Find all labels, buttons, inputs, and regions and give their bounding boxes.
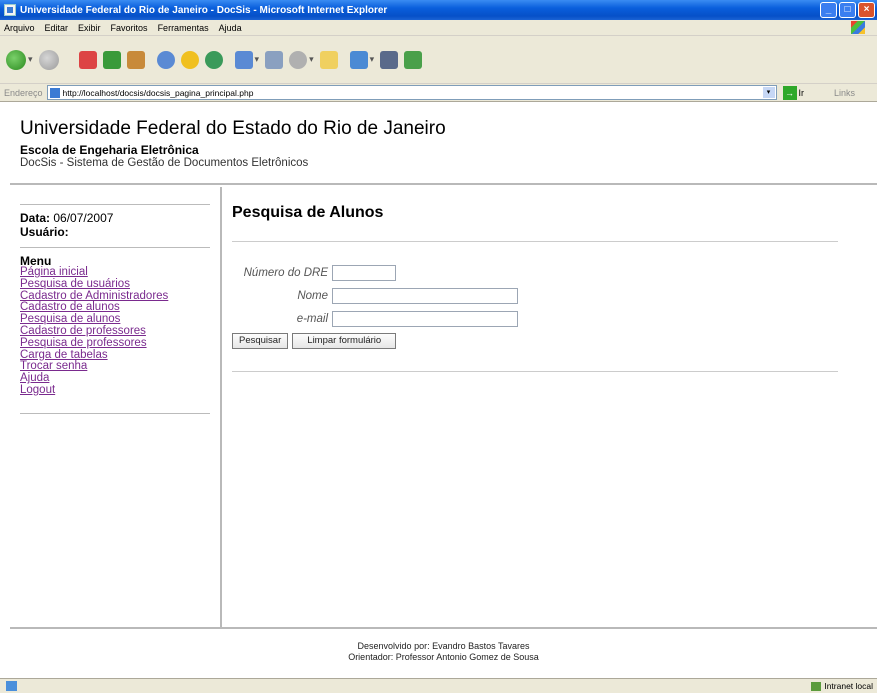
menu-link-pesquisa-professores[interactable]: Pesquisa de professores xyxy=(20,337,147,349)
menu-link-cadastro-alunos[interactable]: Cadastro de alunos xyxy=(20,301,120,313)
email-label: e-mail xyxy=(296,313,328,325)
print-icon[interactable] xyxy=(265,50,284,69)
session-info: Data: 06/07/2007 Usuário: xyxy=(20,211,113,239)
menu-link-trocar-senha[interactable]: Trocar senha xyxy=(20,360,87,372)
sidebar-divider xyxy=(20,247,210,248)
menu-editar[interactable]: Editar xyxy=(45,23,69,33)
menu-link-carga-tabelas[interactable]: Carga de tabelas xyxy=(20,349,108,361)
title-bar: Universidade Federal do Rio de Janeiro -… xyxy=(0,0,877,20)
window-title: Universidade Federal do Rio de Janeiro -… xyxy=(20,4,388,16)
forward-icon[interactable] xyxy=(38,49,59,70)
tools-icon[interactable] xyxy=(404,50,423,69)
folder-icon[interactable] xyxy=(319,50,338,69)
sidebar-divider xyxy=(20,413,210,414)
status-bar: Intranet local xyxy=(0,678,877,693)
email-row: e-mail xyxy=(232,311,518,327)
web-page: Universidade Federal do Estado do Rio de… xyxy=(10,103,877,678)
menu-bar: Arquivo Editar Exibir Favoritos Ferramen… xyxy=(0,20,877,36)
search-icon[interactable] xyxy=(156,50,175,69)
name-input[interactable] xyxy=(332,288,518,304)
address-dropdown-icon[interactable]: ▾ xyxy=(762,87,775,98)
back-dropdown-icon[interactable]: ▾ xyxy=(28,54,33,65)
sidebar-divider xyxy=(20,204,210,205)
refresh-icon[interactable] xyxy=(102,50,121,69)
page-icon xyxy=(49,87,60,98)
back-icon[interactable] xyxy=(6,49,26,70)
edit-icon[interactable] xyxy=(289,50,308,69)
menu-link-logout[interactable]: Logout xyxy=(20,384,55,396)
user-label: Usuário: xyxy=(20,225,69,239)
address-bar: Endereço http://localhost/docsis/docsis_… xyxy=(0,84,877,102)
research-icon[interactable] xyxy=(380,50,399,69)
name-label: Nome xyxy=(297,290,328,302)
email-input[interactable] xyxy=(332,311,518,327)
menu-link-pagina-inicial[interactable]: Página inicial xyxy=(20,266,88,278)
intranet-icon xyxy=(811,681,822,691)
clear-form-button[interactable]: Limpar formulário xyxy=(292,333,397,349)
address-label: Endereço xyxy=(4,87,43,98)
date-label: Data: xyxy=(20,211,51,225)
messenger-dropdown-icon: ▾ xyxy=(369,54,375,64)
browser-toolbar: ▾ ▾ ▾ ▾ xyxy=(0,36,877,84)
go-button[interactable]: Ir xyxy=(799,88,805,98)
address-url: http://localhost/docsis/docsis_pagina_pr… xyxy=(62,87,254,98)
go-arrow-icon[interactable]: → xyxy=(782,85,797,100)
system-name: DocSis - Sistema de Gestão de Documentos… xyxy=(20,157,309,169)
security-zone: Intranet local xyxy=(811,681,873,691)
dre-row: Número do DRE xyxy=(232,265,396,281)
stop-icon[interactable] xyxy=(78,50,97,69)
menu-favoritos[interactable]: Favoritos xyxy=(111,23,148,33)
window-controls: _ □ × xyxy=(820,2,875,18)
menu-list: Página inicial Pesquisa de usuários Cada… xyxy=(20,266,168,397)
date-value: 06/07/2007 xyxy=(53,211,114,225)
menu-link-pesquisa-alunos[interactable]: Pesquisa de alunos xyxy=(20,313,120,325)
links-button[interactable]: Links xyxy=(834,88,855,98)
minimize-button[interactable]: _ xyxy=(820,2,837,18)
footer-advisor: Orientador: Professor Antonio Gomez de S… xyxy=(348,652,539,662)
address-input[interactable]: http://localhost/docsis/docsis_pagina_pr… xyxy=(46,85,777,100)
name-row: Nome xyxy=(232,288,518,304)
school-name: Escola de Engeharia Eletrônica xyxy=(20,143,199,157)
page-status-icon xyxy=(6,681,17,691)
menu-link-cadastro-administradores[interactable]: Cadastro de Administradores xyxy=(20,290,168,302)
footer-author: Desenvolvido por: Evandro Bastos Tavares xyxy=(357,641,530,651)
menu-link-ajuda[interactable]: Ajuda xyxy=(20,372,49,384)
dre-input[interactable] xyxy=(332,265,396,281)
menu-link-pesquisa-usuarios[interactable]: Pesquisa de usuários xyxy=(20,278,130,290)
search-button[interactable]: Pesquisar xyxy=(232,333,289,349)
menu-link-cadastro-professores[interactable]: Cadastro de professores xyxy=(20,325,146,337)
page-title: Pesquisa de Alunos xyxy=(232,204,384,221)
university-title: Universidade Federal do Estado do Rio de… xyxy=(20,118,446,139)
zone-label: Intranet local xyxy=(824,681,873,691)
ie-icon xyxy=(4,4,16,16)
mail-dropdown-icon: ▾ xyxy=(254,54,260,64)
menu-ferramentas[interactable]: Ferramentas xyxy=(158,23,209,33)
messenger-icon[interactable] xyxy=(349,50,368,69)
main-content: Pesquisa de Alunos Número do DRE Nome e-… xyxy=(224,187,877,627)
form-buttons: Pesquisar Limpar formulário xyxy=(232,333,397,349)
form-divider xyxy=(232,371,838,372)
sidebar: Data: 06/07/2007 Usuário: Menu Página in… xyxy=(10,187,222,627)
favorites-icon[interactable] xyxy=(180,50,199,69)
windows-logo-icon xyxy=(851,21,865,34)
history-icon[interactable] xyxy=(204,50,223,69)
menu-ajuda[interactable]: Ajuda xyxy=(219,23,242,33)
mail-icon[interactable] xyxy=(234,50,253,69)
menu-arquivo[interactable]: Arquivo xyxy=(4,23,35,33)
site-footer: Desenvolvido por: Evandro Bastos Tavares… xyxy=(10,627,877,678)
dre-label: Número do DRE xyxy=(243,267,328,279)
maximize-button[interactable]: □ xyxy=(839,2,856,18)
menu-exibir[interactable]: Exibir xyxy=(78,23,101,33)
home-icon[interactable] xyxy=(126,50,145,69)
close-button[interactable]: × xyxy=(858,2,875,18)
site-header: Universidade Federal do Estado do Rio de… xyxy=(10,103,877,185)
edit-dropdown-icon: ▾ xyxy=(309,54,314,64)
title-divider xyxy=(232,241,838,242)
